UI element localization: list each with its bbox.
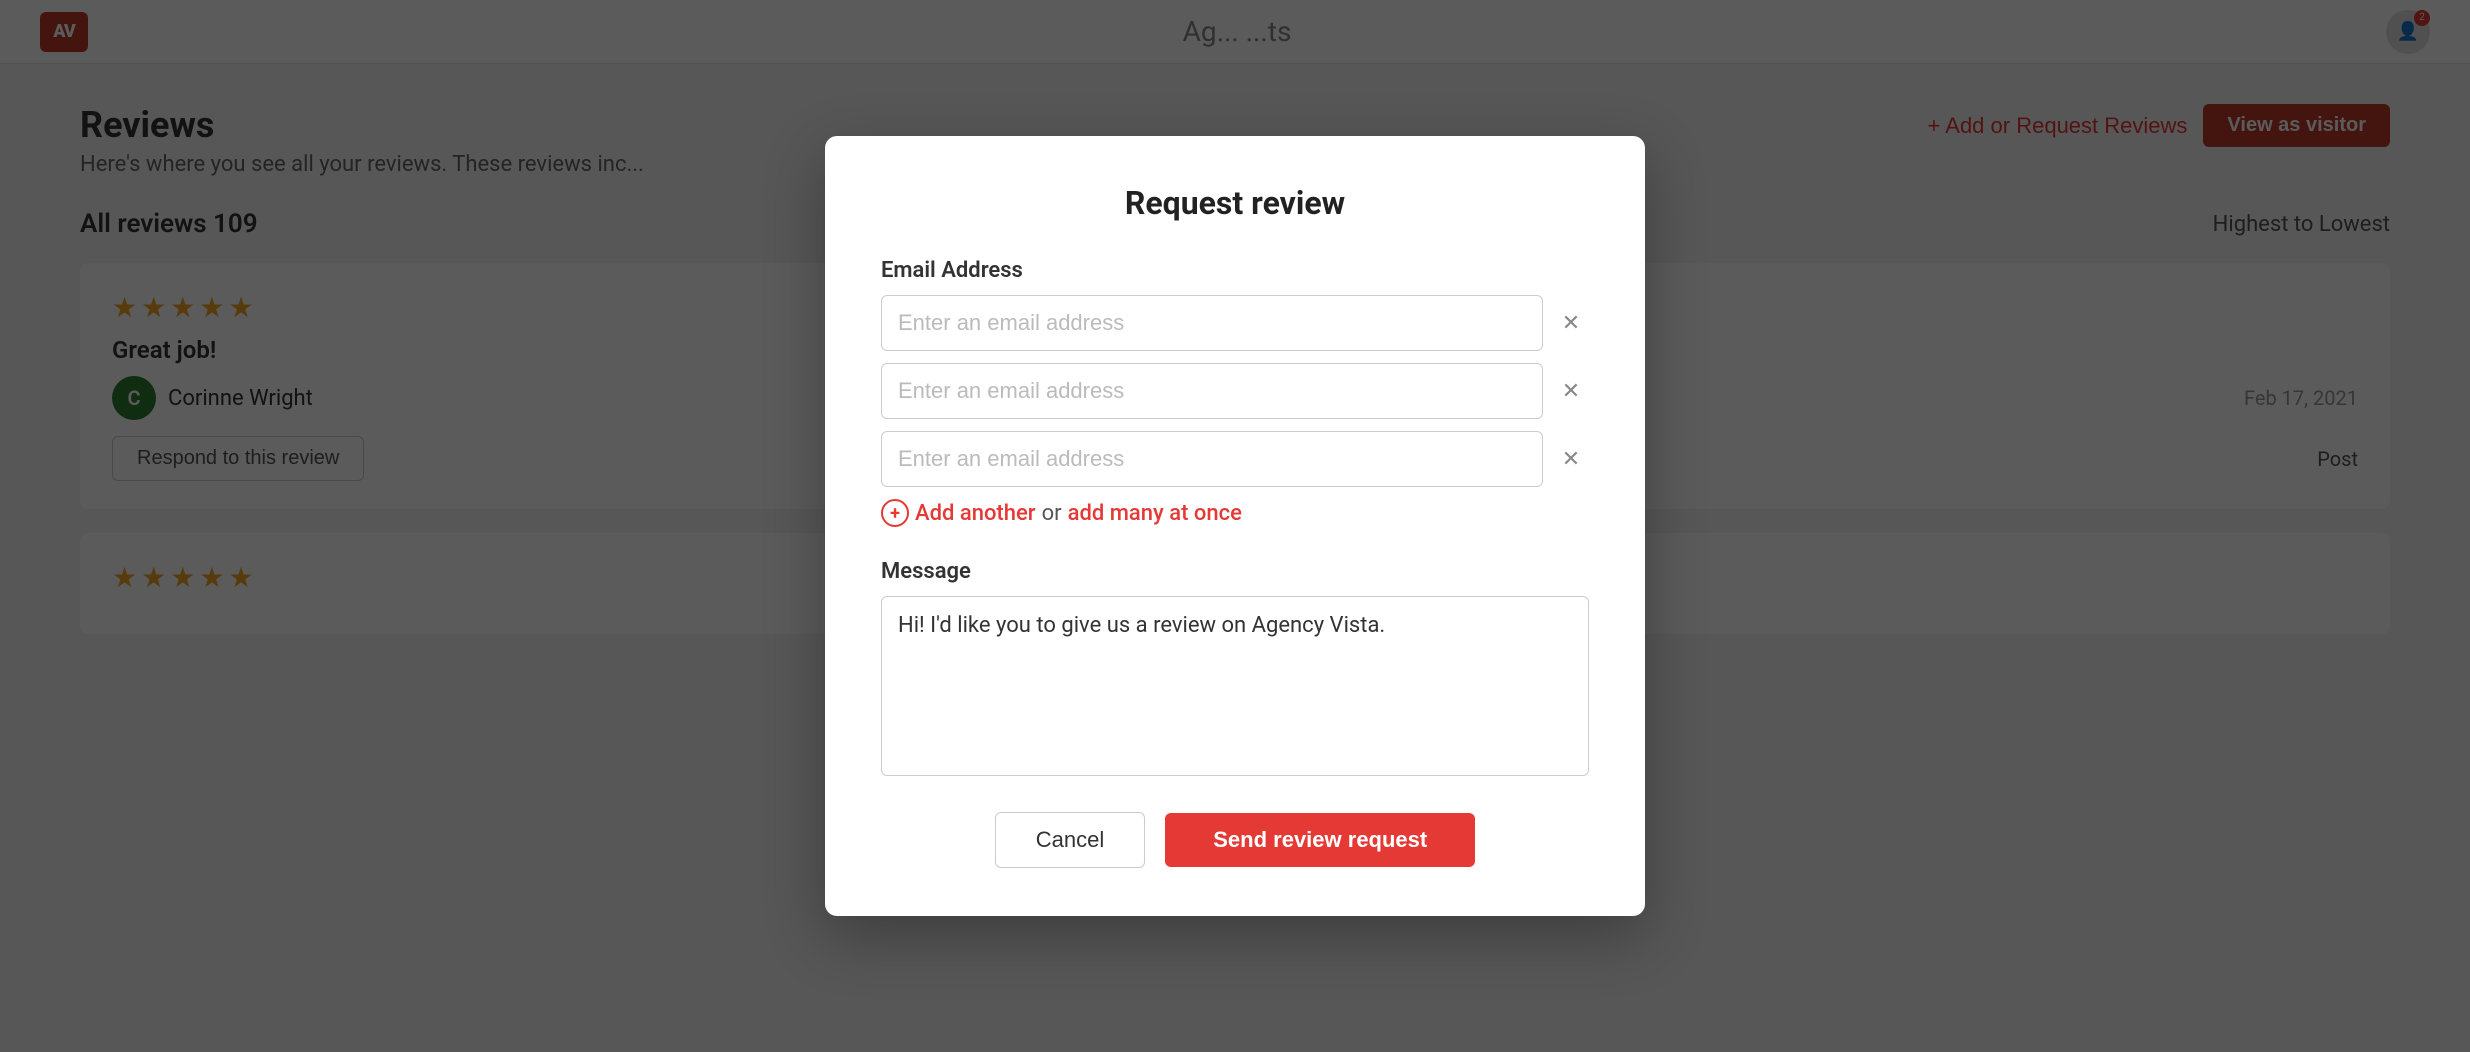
add-many-link[interactable]: add many at once <box>1068 501 1242 526</box>
email-input-2[interactable] <box>881 363 1543 419</box>
message-textarea[interactable]: Hi! I'd like you to give us a review on … <box>881 596 1589 776</box>
email-section-label: Email Address <box>881 258 1589 283</box>
add-another-row: + Add another or add many at once <box>881 499 1589 527</box>
request-review-modal: Request review Email Address ✕ ✕ ✕ + Add… <box>825 136 1645 916</box>
separator-text: or <box>1042 501 1062 526</box>
clear-email-3-button[interactable]: ✕ <box>1553 441 1589 477</box>
email-input-1[interactable] <box>881 295 1543 351</box>
cancel-button[interactable]: Cancel <box>995 812 1145 868</box>
email-input-3[interactable] <box>881 431 1543 487</box>
clear-email-1-button[interactable]: ✕ <box>1553 305 1589 341</box>
clear-email-2-button[interactable]: ✕ <box>1553 373 1589 409</box>
email-input-row-2: ✕ <box>881 363 1589 419</box>
add-another-link[interactable]: Add another <box>915 501 1036 526</box>
message-section-label: Message <box>881 559 1589 584</box>
email-input-row-3: ✕ <box>881 431 1589 487</box>
modal-overlay: Request review Email Address ✕ ✕ ✕ + Add… <box>0 0 2470 1052</box>
send-review-request-button[interactable]: Send review request <box>1165 813 1475 867</box>
modal-title: Request review <box>881 184 1589 222</box>
email-input-row-1: ✕ <box>881 295 1589 351</box>
add-icon: + <box>881 499 909 527</box>
modal-actions: Cancel Send review request <box>881 812 1589 868</box>
